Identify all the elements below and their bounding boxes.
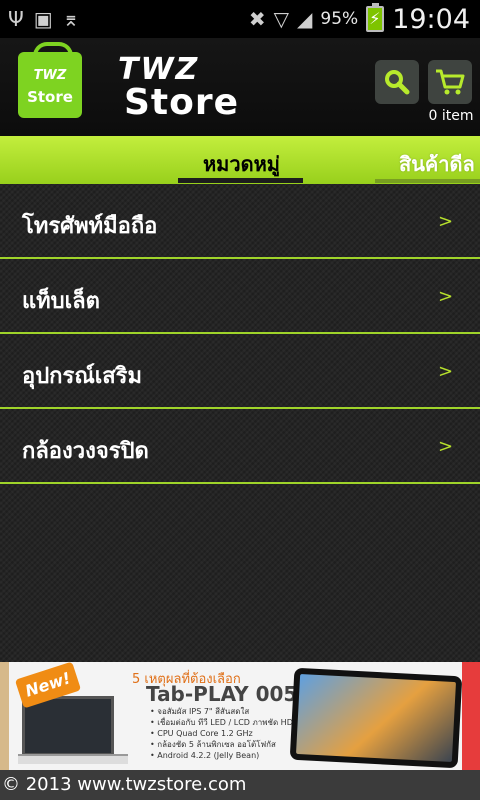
category-label: อุปกรณ์เสริม (22, 364, 142, 389)
category-item-cctv[interactable]: กล้องวงจรปิด > (0, 409, 480, 484)
category-label: โทรศัพท์มือถือ (22, 214, 158, 239)
spec-line: • Android 4.2.2 (Jelly Bean) (150, 751, 260, 760)
category-item-accessories[interactable]: อุปกรณ์เสริม > (0, 334, 480, 409)
active-tab-indicator (178, 178, 303, 183)
tab-categories[interactable]: หมวดหมู่ (203, 148, 280, 180)
tablet-image (289, 667, 463, 769)
logo-store-text: Store (124, 82, 240, 123)
cart-count: 0 item (428, 108, 474, 124)
clock: 19:04 (392, 3, 470, 35)
promo-banner[interactable]: New! 5 เหตุผลที่ต้องเลือก Tab-PLAY 005 •… (0, 662, 480, 770)
shopping-bag-logo[interactable]: TWZ Store (18, 42, 82, 118)
usb-icon: Ψ (8, 7, 24, 31)
spec-line: • กล้องชัด 5 ล้านพิกเซล ออโต้โฟกัส (150, 740, 276, 749)
chevron-right-icon: > (438, 361, 454, 382)
banner-product-name: Tab-PLAY 005 (146, 682, 298, 706)
search-icon (385, 70, 410, 95)
sd-card-icon: ▣ (33, 7, 53, 31)
spec-line: • CPU Quad Core 1.2 GHz (150, 729, 253, 738)
banner-next-peek (462, 662, 480, 770)
tv-image (22, 696, 114, 756)
category-item-mobile[interactable]: โทรศัพท์มือถือ > (0, 184, 480, 259)
bag-logo-brand: TWZ (33, 68, 67, 83)
tv-stand-image (18, 754, 128, 764)
mute-icon: ✖ (248, 7, 266, 31)
chevron-right-icon: > (438, 436, 454, 457)
banner-spec-list: • จอสัมผัส IPS 7" สีสันสดใส • เชื่อมต่อก… (150, 706, 293, 761)
category-label: แท็บเล็ต (22, 289, 100, 314)
footer: © 2013 www.twzstore.com (0, 770, 480, 800)
battery-charging-icon: ⚡ (366, 3, 385, 32)
spec-line: • จอสัมผัส IPS 7" สีสันสดใส (150, 707, 250, 716)
copyright-text: © 2013 www.twzstore.com (2, 774, 247, 795)
category-label: กล้องวงจรปิด (22, 439, 149, 464)
battery-percent: 95% (320, 9, 359, 29)
wifi-icon: ▽ (273, 7, 289, 31)
signal-icon: ◢ (297, 7, 313, 31)
chevron-right-icon: > (438, 211, 454, 232)
spec-line: • เชื่อมต่อกับ ทีวี LED / LCD ภาพชัด HD (150, 718, 293, 727)
status-bar: Ψ ▣ ⌆ ✖ ▽ ◢ 95% ⚡ 19:04 (0, 0, 480, 38)
tablet-screen-image (296, 673, 456, 763)
tab-bar: หมวดหมู่ สินค้าดีล (0, 136, 480, 184)
inactive-tab-indicator (375, 179, 480, 183)
category-list: โทรศัพท์มือถือ > แท็บเล็ต > อุปกรณ์เสริม… (0, 184, 480, 662)
wifi-off-icon: ⌆ (62, 7, 80, 31)
banner-prev-peek (0, 662, 9, 770)
category-item-tablet[interactable]: แท็บเล็ต > (0, 259, 480, 334)
bag-logo-word: Store (27, 88, 73, 106)
search-button[interactable] (375, 60, 419, 104)
cart-button[interactable] (428, 60, 472, 104)
app-header: TWZ Store TWZ Store 0 item (0, 38, 480, 136)
tab-deals[interactable]: สินค้าดีล (399, 148, 475, 180)
cart-icon (436, 69, 465, 95)
chevron-right-icon: > (438, 286, 454, 307)
